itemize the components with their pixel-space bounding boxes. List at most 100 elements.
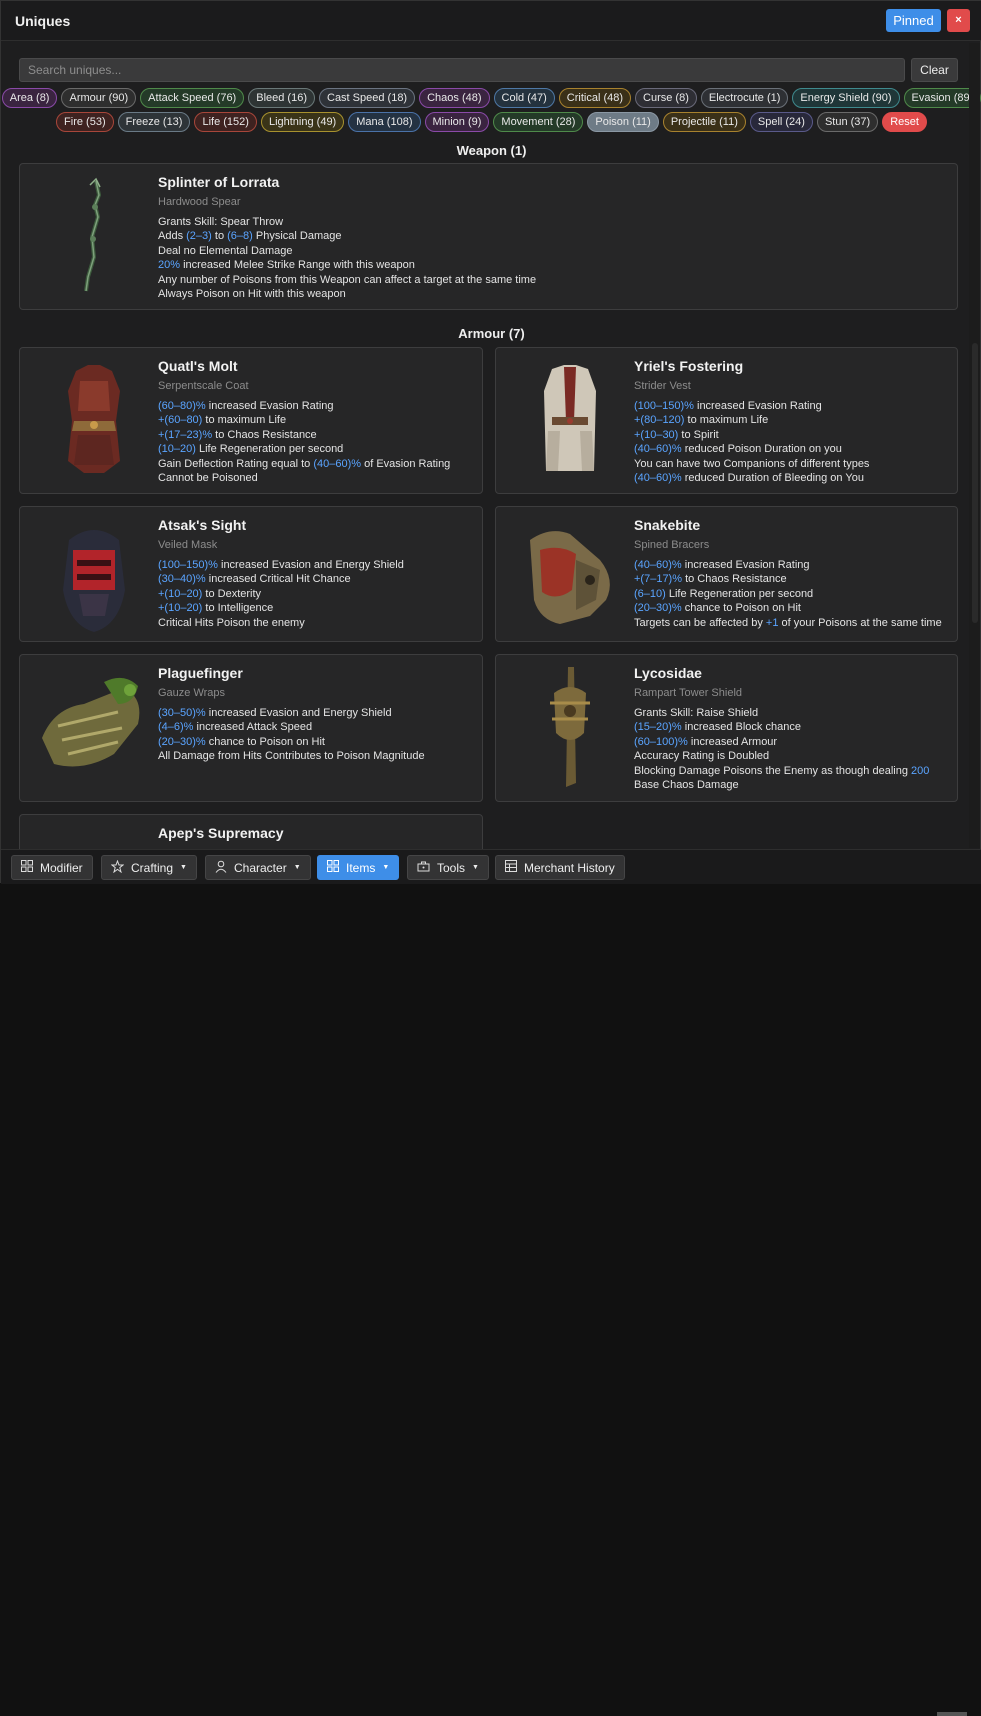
mod-text: to Intelligence — [202, 602, 273, 614]
clear-button[interactable]: Clear — [911, 58, 958, 82]
filter-tag-bleed[interactable]: Bleed (16) — [248, 88, 315, 108]
mod-value: (4–6)% — [158, 721, 193, 733]
filter-tag-movement[interactable]: Movement (28) — [493, 112, 583, 132]
mod-value: (2–3) — [186, 230, 212, 242]
mod-line: All Damage from Hits Contributes to Pois… — [158, 749, 474, 763]
character-label: Character — [234, 861, 287, 875]
item-image-spear — [34, 174, 154, 299]
mod-text: Life Regeneration per second — [196, 443, 343, 455]
item-base-type: Gauze Wraps — [158, 687, 474, 699]
mod-value: +(10–20) — [158, 602, 202, 614]
filter-tag-chaos[interactable]: Chaos (48) — [419, 88, 489, 108]
filter-tag-critical[interactable]: Critical (48) — [559, 88, 631, 108]
mod-text: Base Chaos Damage — [634, 779, 739, 791]
mod-value: (10–20) — [158, 443, 196, 455]
close-button[interactable]: × — [947, 9, 970, 32]
mod-line: (30–40)% increased Critical Hit Chance — [158, 572, 474, 586]
scrollbar-thumb[interactable] — [972, 343, 978, 623]
item-mods: (100–150)% increased Evasion Rating+(80–… — [634, 399, 949, 485]
title-bar: Uniques Pinned × — [1, 1, 981, 41]
item-base-type: Strider Vest — [634, 380, 949, 392]
mod-line: You can have two Companions of different… — [634, 457, 949, 471]
item-mods: Grants Skill: Raise Shield(15–20)% incre… — [634, 706, 949, 792]
item-card-snakebite[interactable]: Snakebite Spined Bracers (40–60)% increa… — [495, 506, 958, 642]
mod-line: (20–30)% chance to Poison on Hit — [158, 735, 474, 749]
item-name: Quatl's Molt — [158, 358, 474, 374]
chevron-down-icon: ▼ — [382, 864, 389, 871]
mod-value: (40–60)% — [634, 472, 682, 484]
filter-tag-cold[interactable]: Cold (47) — [494, 88, 555, 108]
mod-line: Deal no Elemental Damage — [158, 244, 949, 258]
filter-tag-curse[interactable]: Curse (8) — [635, 88, 697, 108]
mod-line: (60–100)% increased Armour — [634, 735, 949, 749]
grid-icon — [327, 860, 339, 875]
mod-line: (4–6)% increased Attack Speed — [158, 720, 474, 734]
mod-text: Grants Skill: Raise Shield — [634, 707, 758, 719]
merchant-history-button[interactable]: Merchant History — [495, 855, 625, 880]
filter-tag-armour[interactable]: Armour (90) — [61, 88, 136, 108]
mod-value: (40–60)% — [313, 458, 361, 470]
pinned-button[interactable]: Pinned — [886, 9, 941, 32]
item-name: Yriel's Fostering — [634, 358, 949, 374]
filter-tag-stun[interactable]: Stun (37) — [817, 112, 878, 132]
scrollbar[interactable] — [969, 43, 980, 848]
items-button[interactable]: Items ▼ — [317, 855, 399, 880]
mod-text: reduced Duration of Bleeding on You — [682, 472, 864, 484]
filter-tag-fire[interactable]: Fire (53) — [56, 112, 114, 132]
filter-tag-lightning[interactable]: Lightning (49) — [261, 112, 344, 132]
item-card-plaguefinger[interactable]: Plaguefinger Gauze Wraps (30–50)% increa… — [19, 654, 483, 802]
mod-line: +(10–20) to Intelligence — [158, 601, 474, 615]
item-image-body-armour — [34, 358, 154, 483]
filter-tag-attack-speed[interactable]: Attack Speed (76) — [140, 88, 244, 108]
mod-line: (60–80)% increased Evasion Rating — [158, 399, 474, 413]
filter-tag-cast-speed[interactable]: Cast Speed (18) — [319, 88, 415, 108]
mod-line: (40–60)% increased Evasion Rating — [634, 558, 949, 572]
mod-value: (30–40)% — [158, 573, 206, 585]
filter-tag-life[interactable]: Life (152) — [194, 112, 256, 132]
mod-line: Base Chaos Damage — [634, 778, 949, 792]
modifier-button[interactable]: Modifier — [11, 855, 93, 880]
items-label: Items — [346, 861, 375, 875]
filter-tag-freeze[interactable]: Freeze (13) — [118, 112, 191, 132]
item-image-body-armour — [510, 358, 630, 483]
item-mods: (100–150)% increased Evasion and Energy … — [158, 558, 474, 630]
crafting-button[interactable]: Crafting ▼ — [101, 855, 197, 880]
filter-tags-row-2: Fire (53)Freeze (13)Life (152)Lightning … — [1, 112, 981, 132]
search-input[interactable] — [20, 59, 904, 81]
mod-text: to maximum Life — [684, 414, 768, 426]
item-name: Plaguefinger — [158, 665, 474, 681]
bottom-toolbar: Modifier Crafting ▼ Character ▼ Items ▼ — [1, 849, 981, 884]
item-card-quatls-molt[interactable]: Quatl's Molt Serpentscale Coat (60–80)% … — [19, 347, 483, 494]
mod-text: Adds — [158, 230, 186, 242]
mod-line: (100–150)% increased Evasion and Energy … — [158, 558, 474, 572]
mod-value: (60–100)% — [634, 736, 688, 748]
filter-tag-minion[interactable]: Minion (9) — [425, 112, 490, 132]
item-card-lycosidae[interactable]: Lycosidae Rampart Tower Shield Grants Sk… — [495, 654, 958, 802]
mod-value: (40–60)% — [634, 443, 682, 455]
filter-tag-area[interactable]: Area (8) — [2, 88, 58, 108]
character-button[interactable]: Character ▼ — [205, 855, 311, 880]
tools-button[interactable]: Tools ▼ — [407, 855, 489, 880]
filter-tag-projectile[interactable]: Projectile (11) — [663, 112, 746, 132]
item-image-helmet — [34, 517, 154, 642]
mod-text: Blocking Damage Poisons the Enemy as tho… — [634, 765, 911, 777]
item-card-yriels-fostering[interactable]: Yriel's Fostering Strider Vest (100–150)… — [495, 347, 958, 494]
item-card-atsaks-sight[interactable]: Atsak's Sight Veiled Mask (100–150)% inc… — [19, 506, 483, 642]
filter-tag-electrocute[interactable]: Electrocute (1) — [701, 88, 789, 108]
filter-tag-spell[interactable]: Spell (24) — [750, 112, 813, 132]
mod-line: (30–50)% increased Evasion and Energy Sh… — [158, 706, 474, 720]
filter-tag-mana[interactable]: Mana (108) — [348, 112, 420, 132]
grid-icon — [21, 860, 33, 875]
mod-text: Targets can be affected by — [634, 617, 766, 629]
item-card-splinter-of-lorrata[interactable]: Splinter of Lorrata Hardwood Spear Grant… — [19, 163, 958, 310]
item-mods: Grants Skill: Spear ThrowAdds (2–3) to (… — [158, 215, 949, 301]
filter-tag-energy-shield[interactable]: Energy Shield (90) — [792, 88, 899, 108]
mod-text: Grants Skill: Spear Throw — [158, 216, 283, 228]
mod-line: +(60–80) to maximum Life — [158, 413, 474, 427]
mod-text: to Dexterity — [202, 588, 261, 600]
mod-line: (6–10) Life Regeneration per second — [634, 587, 949, 601]
item-mods: (30–50)% increased Evasion and Energy Sh… — [158, 706, 474, 764]
filter-tag-poison[interactable]: Poison (11) — [587, 112, 658, 132]
resize-grip-icon[interactable] — [937, 1712, 967, 1716]
reset-filters-button[interactable]: Reset — [882, 112, 927, 132]
